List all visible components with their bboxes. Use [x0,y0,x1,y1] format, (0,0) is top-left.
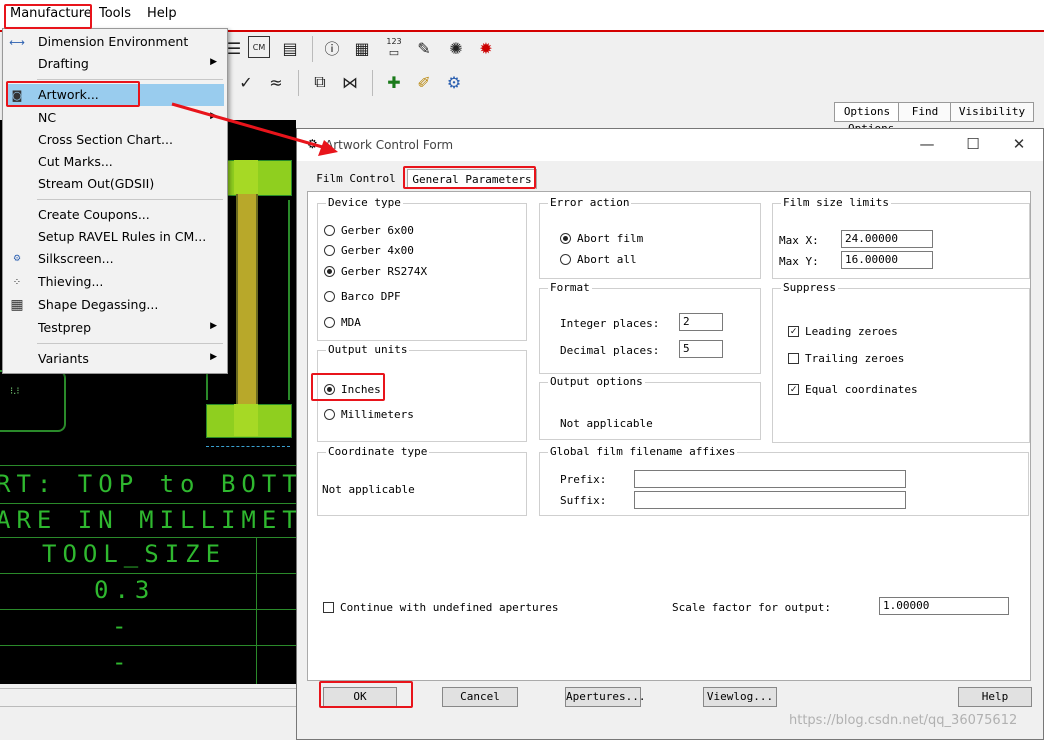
annotation-arrow [171,102,338,156]
